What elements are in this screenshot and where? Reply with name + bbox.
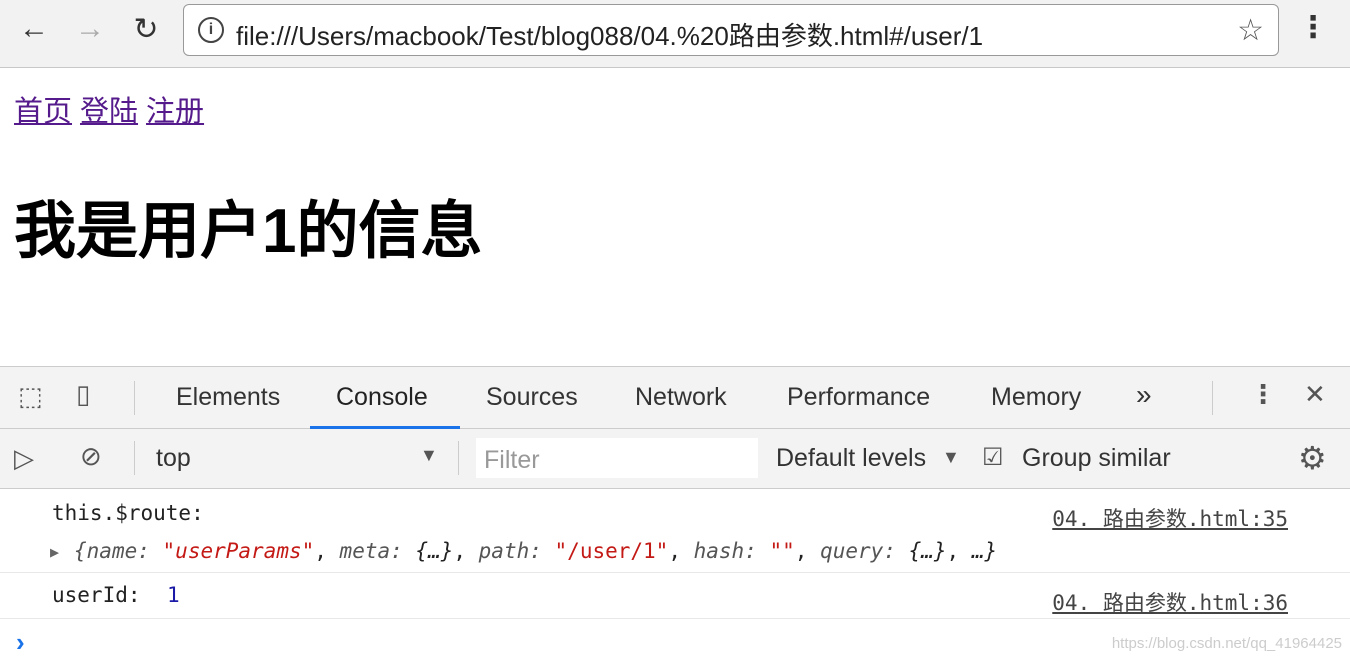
back-button[interactable]: ← xyxy=(14,12,54,46)
reload-button[interactable]: ↻ xyxy=(126,12,166,47)
group-similar-checkbox[interactable]: ☑ xyxy=(982,443,1004,472)
log-label: this.$route: xyxy=(52,501,204,525)
tab-elements[interactable]: Elements xyxy=(176,383,280,412)
levels-select[interactable]: Default levels xyxy=(776,444,926,473)
star-icon[interactable]: ☆ xyxy=(1237,13,1264,48)
url-text[interactable]: file:///Users/macbook/Test/blog088/04.%2… xyxy=(236,16,983,53)
more-tabs-icon[interactable]: » xyxy=(1136,379,1152,411)
link-home[interactable]: 首页 xyxy=(14,96,72,128)
forward-button[interactable]: → xyxy=(70,12,110,46)
page-heading: 我是用户1的信息 xyxy=(14,197,483,266)
prompt-chevron-icon: › xyxy=(16,627,25,657)
tab-console[interactable]: Console xyxy=(336,383,428,412)
sidebar-toggle-icon[interactable]: ▷ xyxy=(14,443,34,474)
tab-performance[interactable]: Performance xyxy=(787,383,930,412)
source-link[interactable]: 04. 路由参数.html:36 xyxy=(1052,587,1288,617)
tab-sources[interactable]: Sources xyxy=(486,383,578,412)
inspect-icon[interactable]: ⬚ xyxy=(18,381,43,412)
devtools-tabs: ⬚ ▯ Elements Console Sources Network Per… xyxy=(0,367,1350,429)
browser-toolbar: ← → ↻ i file:///Users/macbook/Test/blog0… xyxy=(0,0,1350,68)
console-message: userId: 1 04. 路由参数.html:36 xyxy=(0,573,1350,619)
gear-icon[interactable]: ⚙ xyxy=(1298,439,1327,477)
source-link[interactable]: 04. 路由参数.html:35 xyxy=(1052,503,1288,533)
group-similar-label: Group similar xyxy=(1022,444,1171,472)
console-toolbar: ▷ ⊘ top ▼ Filter Default levels ▼ ☑ Grou… xyxy=(0,429,1350,489)
nav-links: 首页 登陆 注册 xyxy=(14,88,212,130)
menu-icon[interactable]: ⋮ xyxy=(1298,10,1328,45)
log-value: 1 xyxy=(167,583,180,607)
expand-triangle-icon[interactable]: ▶ xyxy=(50,543,59,561)
devtools-panel: ⬚ ▯ Elements Console Sources Network Per… xyxy=(0,366,1350,662)
chevron-down-icon[interactable]: ▼ xyxy=(942,447,960,468)
link-login[interactable]: 登陆 xyxy=(80,96,138,128)
page-content: 首页 登陆 注册 我是用户1的信息 xyxy=(0,68,1350,366)
log-label: userId: xyxy=(52,583,141,607)
info-icon[interactable]: i xyxy=(198,17,224,43)
link-register[interactable]: 注册 xyxy=(146,96,204,128)
context-select[interactable]: top xyxy=(156,444,191,473)
console-message: this.$route: 04. 路由参数.html:35 ▶ {name: "u… xyxy=(0,489,1350,573)
chevron-down-icon[interactable]: ▼ xyxy=(420,445,438,466)
close-icon[interactable]: ✕ xyxy=(1304,379,1326,410)
device-toggle-icon[interactable]: ▯ xyxy=(76,379,90,410)
tab-network[interactable]: Network xyxy=(635,383,727,412)
address-bar[interactable]: i file:///Users/macbook/Test/blog088/04.… xyxy=(183,4,1279,56)
object-preview[interactable]: ▶ {name: "userParams", meta: {…}, path: "… xyxy=(50,539,997,563)
filter-input[interactable]: Filter xyxy=(476,438,758,478)
watermark: https://blog.csdn.net/qq_41964425 xyxy=(1111,635,1342,652)
clear-console-icon[interactable]: ⊘ xyxy=(80,441,102,472)
devtools-menu-icon[interactable]: ⋮ xyxy=(1250,379,1276,410)
tab-memory[interactable]: Memory xyxy=(991,383,1081,412)
